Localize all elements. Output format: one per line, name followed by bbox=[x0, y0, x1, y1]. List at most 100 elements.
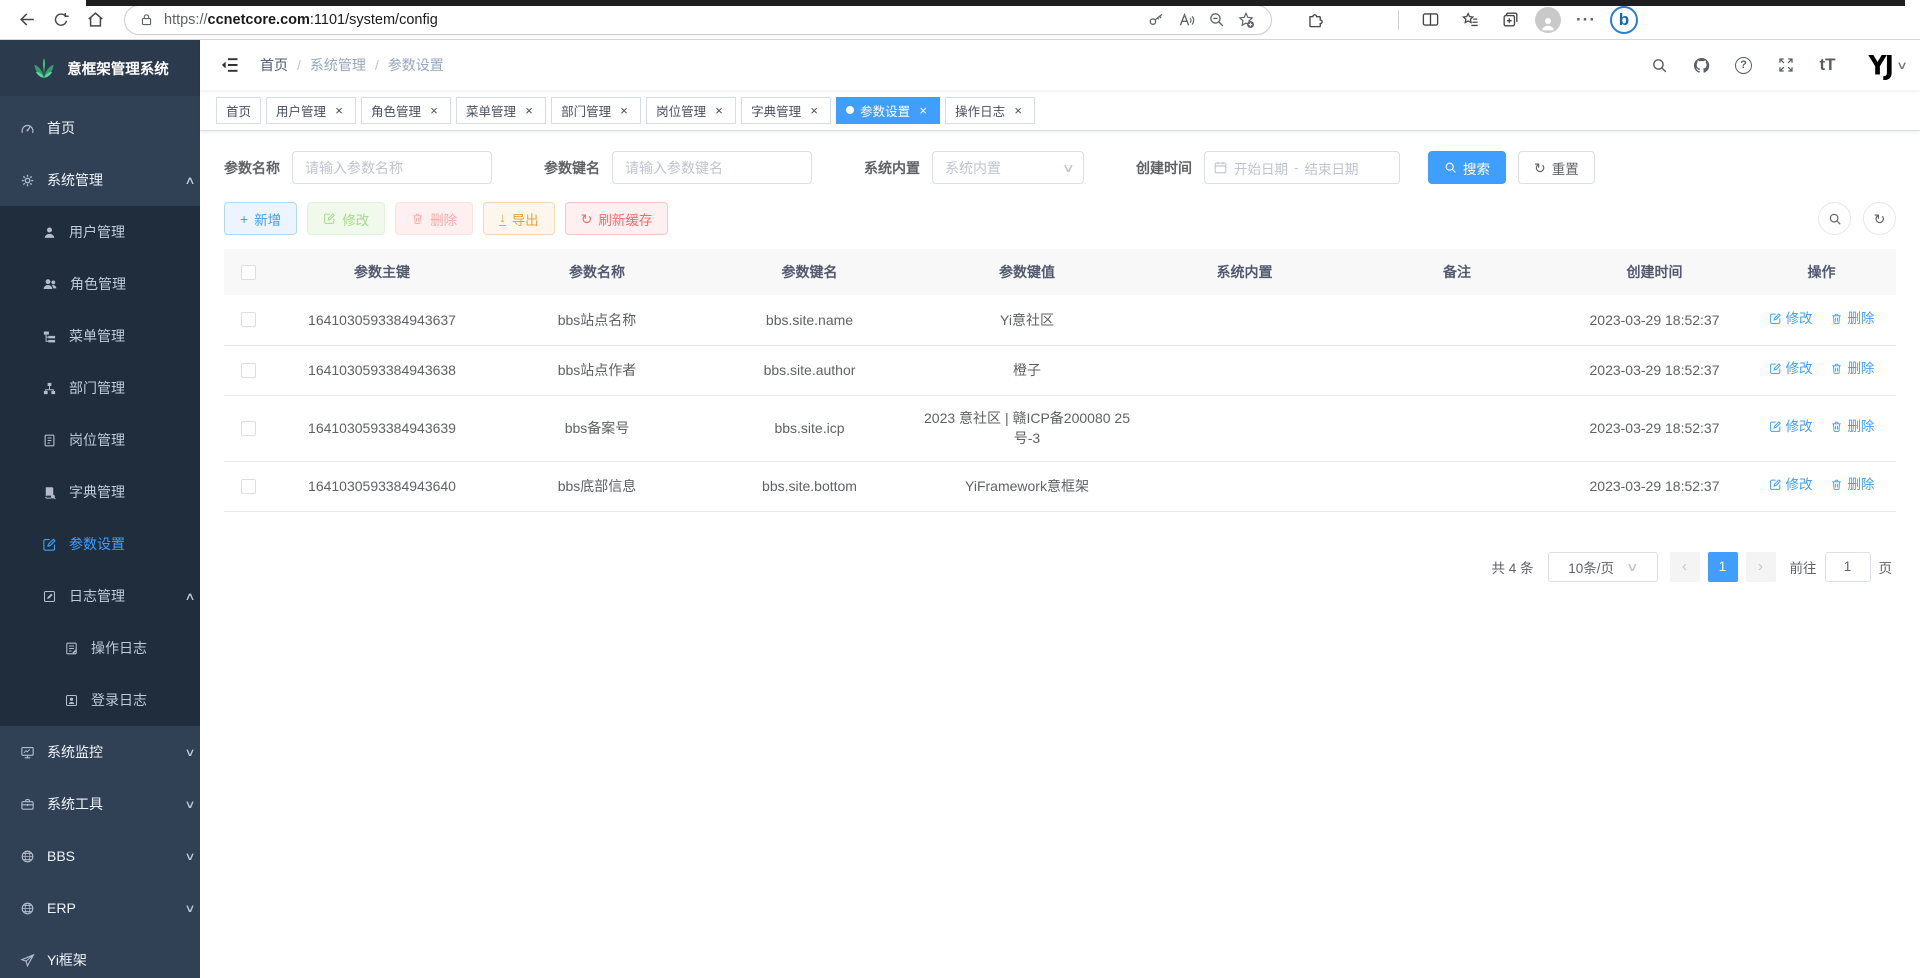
tab-close-icon[interactable]: × bbox=[617, 103, 631, 117]
logo-leaf-icon bbox=[31, 55, 57, 81]
row-edit-link[interactable]: 修改 bbox=[1769, 309, 1813, 329]
breadcrumb: 首页 / 系统管理 / 参数设置 bbox=[260, 55, 444, 75]
row-edit-link[interactable]: 修改 bbox=[1769, 417, 1813, 437]
sidebar-item-post-management[interactable]: 岗位管理 bbox=[0, 414, 200, 466]
date-start-placeholder[interactable]: 开始日期 bbox=[1234, 158, 1288, 178]
row-edit-link[interactable]: 修改 bbox=[1769, 359, 1813, 379]
add-favorite-star-icon[interactable] bbox=[1231, 6, 1261, 34]
tab-dept-management[interactable]: 部门管理× bbox=[551, 97, 641, 124]
trash-icon bbox=[1830, 478, 1843, 491]
chevron-down-icon: ∨ bbox=[1626, 560, 1639, 574]
user-avatar-menu[interactable]: YJ ∨ bbox=[1869, 51, 1906, 80]
refresh-table-icon[interactable]: ↻ bbox=[1863, 202, 1896, 235]
prev-page-button[interactable]: ‹ bbox=[1670, 552, 1700, 582]
collections-icon[interactable] bbox=[1493, 3, 1527, 37]
tab-config-settings[interactable]: 参数设置× bbox=[836, 97, 940, 124]
row-edit-link[interactable]: 修改 bbox=[1769, 475, 1813, 495]
tab-dict-management[interactable]: 字典管理× bbox=[741, 97, 831, 124]
header-search-icon[interactable] bbox=[1643, 45, 1677, 85]
refresh-cache-button[interactable]: ↻ 刷新缓存 bbox=[565, 202, 669, 235]
sidebar-item-menu-management[interactable]: 菜单管理 bbox=[0, 310, 200, 362]
filter-key-input[interactable] bbox=[612, 151, 812, 184]
sidebar-item-yi-framework[interactable]: Yi框架 bbox=[0, 934, 200, 978]
sidebar-item-system-monitor[interactable]: 系统监控 ∨ bbox=[0, 726, 200, 778]
sidebar-item-bbs[interactable]: BBS ∨ bbox=[0, 830, 200, 882]
tab-close-icon[interactable]: × bbox=[807, 103, 821, 117]
sidebar-item-log-management[interactable]: 日志管理 ∧ bbox=[0, 570, 200, 622]
goto-page-input[interactable] bbox=[1825, 552, 1871, 582]
add-button[interactable]: + 新增 bbox=[224, 202, 297, 235]
filter-builtin-select[interactable]: 系统内置 ∨ bbox=[932, 151, 1084, 184]
password-key-icon[interactable] bbox=[1141, 6, 1171, 34]
sidebar-fold-icon[interactable] bbox=[214, 49, 246, 81]
address-bar[interactable]: https://ccnetcore.com:1101/system/config bbox=[124, 5, 1272, 35]
post-icon bbox=[42, 433, 57, 448]
tab-close-icon[interactable]: × bbox=[427, 103, 441, 117]
tab-close-icon[interactable]: × bbox=[712, 103, 726, 117]
config-table: 参数主键 参数名称 参数键名 参数键值 系统内置 备注 创建时间 操作 bbox=[224, 249, 1896, 512]
filter-date-range[interactable]: 开始日期 - 结束日期 bbox=[1204, 151, 1400, 184]
page-size-select[interactable]: 10条/页 ∨ bbox=[1548, 552, 1658, 582]
next-page-button[interactable]: › bbox=[1746, 552, 1776, 582]
table-row: 1641030593384943640 bbs底部信息 bbs.site.bot… bbox=[224, 461, 1896, 511]
row-checkbox[interactable] bbox=[241, 312, 256, 327]
browser-menu-dots-icon[interactable]: ··· bbox=[1569, 3, 1603, 37]
tab-user-management[interactable]: 用户管理× bbox=[266, 97, 356, 124]
tab-close-icon[interactable]: × bbox=[522, 103, 536, 117]
filter-name-input[interactable] bbox=[292, 151, 492, 184]
browser-back-button[interactable] bbox=[10, 3, 44, 37]
date-end-placeholder[interactable]: 结束日期 bbox=[1305, 158, 1359, 178]
tab-home[interactable]: 首页 bbox=[216, 97, 261, 124]
tab-close-icon[interactable]: × bbox=[1011, 103, 1025, 117]
tab-operation-log[interactable]: 操作日志× bbox=[945, 97, 1035, 124]
tab-close-icon[interactable]: × bbox=[916, 103, 930, 117]
browser-home-button[interactable] bbox=[78, 3, 112, 37]
browser-profile-avatar[interactable] bbox=[1533, 5, 1563, 35]
row-checkbox[interactable] bbox=[241, 421, 256, 436]
github-icon[interactable] bbox=[1685, 45, 1719, 85]
search-button[interactable]: 搜索 bbox=[1428, 151, 1506, 184]
export-button[interactable]: ↓ 导出 bbox=[483, 202, 555, 235]
tab-role-management[interactable]: 角色管理× bbox=[361, 97, 451, 124]
reset-button[interactable]: ↻ 重置 bbox=[1518, 151, 1595, 184]
page-number-1[interactable]: 1 bbox=[1708, 552, 1738, 582]
sidebar-item-role-management[interactable]: 角色管理 bbox=[0, 258, 200, 310]
sidebar-item-system-tools[interactable]: 系统工具 ∨ bbox=[0, 778, 200, 830]
breadcrumb-home[interactable]: 首页 bbox=[260, 55, 288, 75]
sidebar-item-login-log[interactable]: 登录日志 bbox=[0, 674, 200, 726]
edit-icon bbox=[1769, 420, 1782, 433]
sidebar-item-config-settings[interactable]: 参数设置 bbox=[0, 518, 200, 570]
tab-close-icon[interactable]: × bbox=[332, 103, 346, 117]
edit-button[interactable]: 修改 bbox=[307, 202, 385, 235]
tab-post-management[interactable]: 岗位管理× bbox=[646, 97, 736, 124]
row-delete-link[interactable]: 删除 bbox=[1830, 475, 1874, 495]
toggle-search-icon[interactable] bbox=[1818, 202, 1851, 235]
sidebar-item-dict-management[interactable]: 字典管理 bbox=[0, 466, 200, 518]
sidebar-item-user-management[interactable]: 用户管理 bbox=[0, 206, 200, 258]
row-delete-link[interactable]: 删除 bbox=[1830, 359, 1874, 379]
sidebar-item-operation-log[interactable]: 操作日志 bbox=[0, 622, 200, 674]
tab-menu-management[interactable]: 菜单管理× bbox=[456, 97, 546, 124]
help-question-icon[interactable]: ? bbox=[1727, 45, 1761, 85]
site-lock-icon[interactable] bbox=[139, 12, 154, 27]
extensions-puzzle-icon[interactable] bbox=[1298, 3, 1332, 37]
goto-label: 前往 bbox=[1790, 557, 1817, 577]
browser-refresh-button[interactable] bbox=[44, 3, 78, 37]
row-delete-link[interactable]: 删除 bbox=[1830, 417, 1874, 437]
row-checkbox[interactable] bbox=[241, 479, 256, 494]
select-all-checkbox[interactable] bbox=[241, 265, 256, 280]
zoom-out-icon[interactable] bbox=[1201, 6, 1231, 34]
text-size-icon[interactable]: tT bbox=[1811, 45, 1845, 85]
fullscreen-icon[interactable] bbox=[1769, 45, 1803, 85]
delete-button[interactable]: 删除 bbox=[395, 202, 473, 235]
row-delete-link[interactable]: 删除 bbox=[1830, 309, 1874, 329]
bing-chat-icon[interactable]: b bbox=[1609, 5, 1639, 35]
sidebar-item-home[interactable]: 首页 bbox=[0, 102, 200, 154]
row-checkbox[interactable] bbox=[241, 363, 256, 378]
read-aloud-icon[interactable] bbox=[1171, 6, 1201, 34]
split-screen-icon[interactable] bbox=[1413, 3, 1447, 37]
sidebar-item-system-management[interactable]: 系统管理 ∧ bbox=[0, 154, 200, 206]
favorites-icon[interactable] bbox=[1453, 3, 1487, 37]
sidebar-item-dept-management[interactable]: 部门管理 bbox=[0, 362, 200, 414]
sidebar-item-erp[interactable]: ERP ∨ bbox=[0, 882, 200, 934]
